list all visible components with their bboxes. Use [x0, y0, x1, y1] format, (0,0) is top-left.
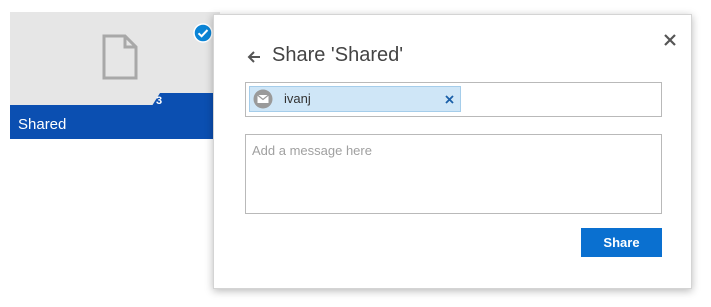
- close-icon[interactable]: [663, 33, 677, 47]
- selected-check-icon[interactable]: [193, 23, 213, 43]
- recipient-chip[interactable]: ivanj: [249, 86, 461, 112]
- folder-name: Shared: [18, 116, 67, 133]
- folder-tile-shared[interactable]: 3 Shared: [10, 12, 220, 139]
- arrow-left-icon[interactable]: [246, 49, 262, 65]
- message-placeholder: Add a message here: [252, 143, 372, 158]
- recipient-input[interactable]: ivanj: [245, 82, 662, 117]
- share-button[interactable]: Share: [581, 228, 662, 257]
- share-dialog: Share 'Shared' ivanj Add a message here …: [213, 14, 692, 289]
- message-field[interactable]: Add a message here: [245, 134, 662, 214]
- remove-recipient-icon[interactable]: [445, 95, 454, 104]
- recipient-name: ivanj: [284, 91, 311, 106]
- mail-icon: [253, 89, 273, 109]
- document-icon: [102, 34, 138, 80]
- dialog-title: Share 'Shared': [272, 44, 404, 66]
